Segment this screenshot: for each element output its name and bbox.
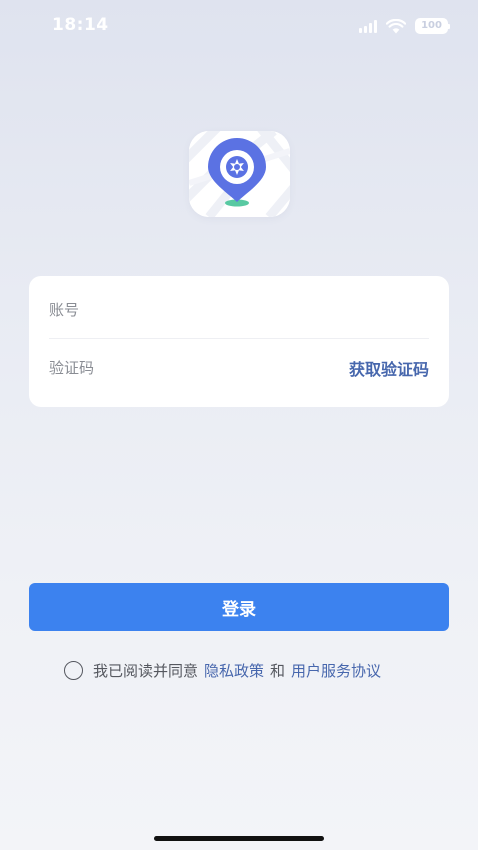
agreement-conjunction: 和: [270, 661, 286, 680]
login-button[interactable]: 登录: [29, 583, 449, 631]
account-row: [49, 281, 429, 339]
login-form-card: 获取验证码: [29, 276, 449, 407]
status-bar: 18:14 100: [0, 0, 478, 52]
agreement-prefix: 我已阅读并同意: [93, 661, 199, 680]
status-time: 18:14: [52, 15, 109, 35]
map-pin-logo-icon: [189, 131, 290, 217]
account-input[interactable]: [49, 281, 429, 338]
home-indicator: [154, 836, 324, 841]
agree-checkbox[interactable]: [64, 660, 83, 680]
user-terms-link[interactable]: 用户服务协议: [291, 660, 381, 681]
battery-level: 100: [421, 20, 442, 31]
status-icons: 100: [359, 16, 450, 36]
agreement: 我已阅读并同意 隐私政策 和 用户服务协议: [64, 658, 381, 682]
wifi-icon: [386, 18, 406, 33]
get-code-button[interactable]: 获取验证码: [349, 356, 429, 380]
privacy-policy-link[interactable]: 隐私政策: [204, 660, 264, 681]
battery-icon: 100: [415, 18, 450, 34]
code-row: 获取验证码: [49, 339, 429, 397]
verification-code-input[interactable]: [49, 339, 309, 397]
signal-icon: [359, 19, 377, 33]
app-logo: [189, 131, 290, 217]
